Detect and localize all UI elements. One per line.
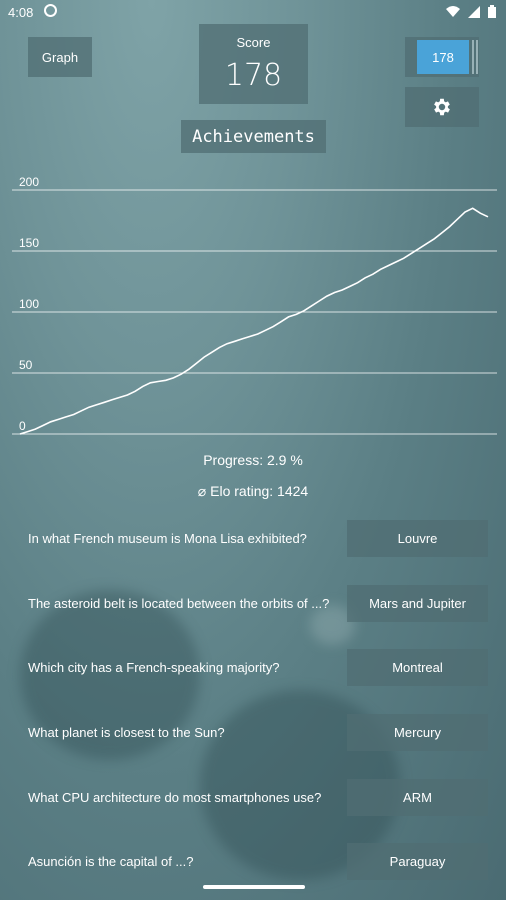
- answer-label: Mercury: [394, 725, 441, 740]
- elo-badge-button[interactable]: 178: [405, 37, 479, 77]
- progress-text: Progress: 2.9 %: [203, 452, 303, 468]
- y-tick-label: 50: [19, 358, 33, 372]
- achievements-label: Achievements: [192, 126, 315, 147]
- graph-button[interactable]: Graph: [28, 37, 92, 77]
- answer-button[interactable]: Louvre: [347, 520, 488, 557]
- question-text: Which city has a French-speaking majorit…: [28, 660, 280, 675]
- elo-badge-value: 178: [432, 49, 454, 65]
- answer-button[interactable]: ARM: [347, 779, 488, 816]
- score-chart: 200 150 100 50 0: [12, 175, 497, 435]
- answer-button[interactable]: Mars and Jupiter: [347, 585, 488, 622]
- answer-button[interactable]: Paraguay: [347, 843, 488, 880]
- gesture-nav-bar[interactable]: [203, 885, 305, 889]
- answer-label: Montreal: [392, 660, 443, 675]
- question-text: What planet is closest to the Sun?: [28, 725, 225, 740]
- answer-label: Louvre: [397, 531, 438, 546]
- question-text: Asunción is the capital of ...?: [28, 854, 194, 869]
- question-text: The asteroid belt is located between the…: [28, 596, 330, 611]
- status-bar: 4:08: [0, 0, 506, 26]
- y-tick-label: 150: [19, 236, 39, 250]
- answer-button[interactable]: Montreal: [347, 649, 488, 686]
- graph-button-label: Graph: [41, 49, 79, 65]
- y-tick-label: 200: [19, 175, 39, 189]
- y-tick-label: 0: [19, 419, 26, 433]
- answer-button[interactable]: Mercury: [347, 714, 488, 751]
- signal-icon: [468, 5, 480, 18]
- score-series-line: [19, 207, 489, 435]
- answer-label: Paraguay: [389, 854, 446, 869]
- score-panel: Score 178: [199, 24, 308, 104]
- elo-badge: 178: [417, 40, 469, 74]
- y-tick-label: 100: [19, 297, 39, 311]
- answer-label: ARM: [403, 790, 432, 805]
- badge-divider: [476, 40, 478, 74]
- score-value: 178: [224, 58, 283, 93]
- elo-rating-text: ⌀ Elo rating: 1424: [197, 483, 309, 499]
- score-label: Score: [236, 35, 271, 50]
- answer-label: Mars and Jupiter: [369, 596, 466, 611]
- wifi-icon: [446, 6, 460, 17]
- status-app-icon: [44, 4, 57, 17]
- status-time: 4:08: [8, 5, 34, 20]
- battery-icon: [488, 5, 496, 18]
- status-icons: [446, 5, 496, 18]
- badge-divider: [472, 40, 474, 74]
- achievements-button[interactable]: Achievements: [181, 120, 326, 153]
- settings-button[interactable]: [405, 87, 479, 127]
- question-text: What CPU architecture do most smartphone…: [28, 790, 322, 805]
- gear-icon: [434, 98, 450, 116]
- question-text: In what French museum is Mona Lisa exhib…: [28, 531, 307, 546]
